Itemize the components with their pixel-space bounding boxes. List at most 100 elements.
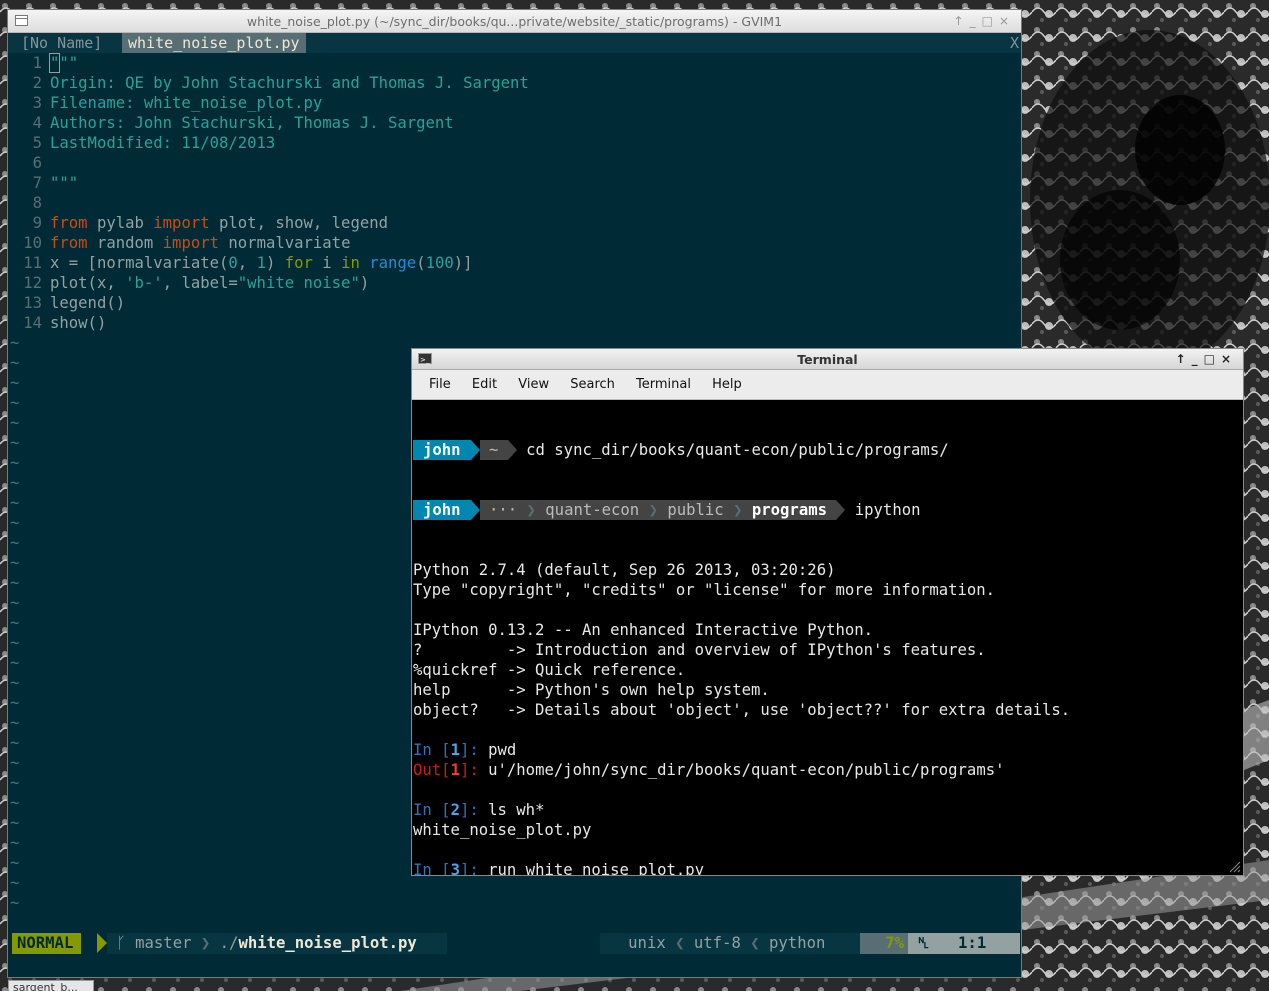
tilde-marker: ~ — [10, 534, 20, 552]
menu-help[interactable]: Help — [712, 377, 742, 392]
output-line: white_noise_plot.py — [413, 821, 592, 839]
code-text: plot(x, 'b-', label="white noise") — [50, 274, 370, 292]
output-prompt: Out[ — [413, 761, 451, 779]
gvim-titlebar[interactable]: white_noise_plot.py (~/sync_dir/books/qu… — [8, 10, 1021, 33]
tilde-marker: ~ — [10, 854, 20, 872]
shade-button[interactable]: ↑ — [954, 10, 970, 33]
line-number: 1 — [32, 54, 42, 72]
tilde-marker: ~ — [10, 814, 20, 832]
shade-button[interactable]: ↑ — [1176, 352, 1192, 366]
banner-line: ? -> Introduction and overview of IPytho… — [413, 641, 986, 659]
menu-view[interactable]: View — [518, 377, 549, 392]
minimize-button[interactable]: _ — [970, 10, 982, 33]
tilde-marker: ~ — [10, 634, 20, 652]
code-line[interactable]: 3 Filename: white_noise_plot.py — [8, 93, 1021, 113]
tilde-marker: ~ — [10, 574, 20, 592]
close-button[interactable]: × — [1221, 352, 1237, 366]
banner-line: %quickref -> Quick reference. — [413, 661, 686, 679]
prompt-command: ipython — [854, 501, 921, 519]
tab-close-button[interactable]: X — [1010, 33, 1019, 53]
tab-white-noise-plot[interactable]: white_noise_plot.py — [122, 33, 306, 53]
line-number: 8 — [32, 194, 42, 212]
line-number: 9 — [32, 214, 42, 232]
code-text: """ — [50, 174, 79, 192]
minimize-button[interactable]: _ — [1192, 352, 1204, 366]
input-prompt: In [ — [413, 801, 451, 819]
shell-prompt-line: john ··· ❯ quant-econ ❯ public ❯ program… — [413, 500, 1070, 520]
tilde-marker: ~ — [10, 354, 20, 372]
tilde-marker: ~ — [10, 554, 20, 572]
line-number: 2 — [32, 74, 42, 92]
file-format: unix — [628, 934, 666, 952]
banner-line — [413, 600, 1070, 620]
branch-icon: ᚴ — [116, 934, 126, 952]
code-line[interactable]: 7 """ — [8, 173, 1021, 193]
tilde-marker: ~ — [10, 774, 20, 792]
taskbar-item[interactable]: sargent_b... — [8, 980, 94, 991]
tilde-marker: ~ — [10, 414, 20, 432]
maximize-button[interactable]: □ — [1204, 352, 1221, 366]
terminal-icon[interactable] — [418, 350, 432, 371]
branch-segment: ᚴ master ❯ ./white_noise_plot.py — [107, 933, 447, 954]
code-line[interactable]: 1 """ — [8, 53, 1021, 73]
vim-tabline: [No Name] white_noise_plot.py X — [8, 33, 1021, 53]
terminal-window[interactable]: Terminal ↑_□× File Edit View Search Term… — [411, 348, 1244, 876]
ipython-input-line: In [3]: run white_noise_plot.py — [413, 860, 1070, 876]
tilde-marker: ~ — [10, 874, 20, 892]
prompt-dir: ··· ❯ quant-econ ❯ public ❯ — [479, 500, 752, 520]
tilde-marker: ~ — [10, 494, 20, 512]
close-button[interactable]: × — [999, 10, 1015, 33]
terminal-output[interactable]: john ~ cd sync_dir/books/quant-econ/publ… — [413, 400, 1071, 876]
code-line[interactable]: 14 show() — [8, 313, 1021, 333]
file-name: white_noise_plot.py — [238, 934, 417, 952]
ipython-input-line: In [2]: ls wh* — [413, 800, 1070, 820]
menu-edit[interactable]: Edit — [472, 377, 497, 392]
banner-line: object? -> Details about 'object', use '… — [413, 701, 1071, 719]
gvim-title: white_noise_plot.py (~/sync_dir/books/qu… — [246, 14, 783, 29]
banner-line: Type "copyright", "credits" or "license"… — [413, 581, 996, 599]
code-text: show() — [50, 314, 107, 332]
ipython-output-line: Out[1]: u'/home/john/sync_dir/books/quan… — [413, 760, 1070, 780]
banner-line: Python 2.7.4 (default, Sep 26 2013, 03:2… — [413, 561, 836, 579]
menu-search[interactable]: Search — [570, 377, 615, 392]
tilde-marker: ~ — [10, 594, 20, 612]
code-line[interactable]: 13 legend() — [8, 293, 1021, 313]
code-line[interactable]: 6 — [8, 153, 1021, 173]
banner-line: IPython 0.13.2 -- An enhanced Interactiv… — [413, 621, 874, 639]
window-menu-icon[interactable] — [15, 15, 28, 26]
code-line[interactable]: 2 Origin: QE by John Stachurski and Thoma… — [8, 73, 1021, 93]
menu-terminal[interactable]: Terminal — [636, 377, 691, 392]
input-number: 2 — [450, 801, 460, 819]
line-number: 7 — [32, 174, 42, 192]
code-text: from pylab import plot, show, legend — [50, 214, 389, 232]
input-prompt: ]: — [459, 861, 489, 876]
code-line[interactable]: 9 from pylab import plot, show, legend — [8, 213, 1021, 233]
line-number: 4 — [32, 114, 42, 132]
code-line[interactable]: 5 LastModified: 11/08/2013 — [8, 133, 1021, 153]
prompt-user: john — [413, 500, 471, 520]
code-line[interactable]: 4 Authors: John Stachurski, Thomas J. Sar… — [8, 113, 1021, 133]
file-prefix: ./ — [219, 934, 239, 952]
prompt-dir-text: ~ — [488, 441, 499, 459]
code-line[interactable]: 8 — [8, 193, 1021, 213]
prompt-dir-text: public — [667, 501, 724, 519]
code-line[interactable]: 12 plot(x, 'b-', label="white noise") — [8, 273, 1021, 293]
code-text: Origin: QE by John Stachurski and Thomas… — [50, 74, 529, 92]
tab-no-name[interactable]: [No Name] — [15, 33, 108, 53]
input-prompt: ]: — [459, 741, 489, 759]
tilde-marker: ~ — [10, 674, 20, 692]
terminal-titlebar[interactable]: Terminal ↑_□× — [412, 349, 1243, 371]
maximize-button[interactable]: □ — [982, 10, 999, 33]
output-number: 1 — [450, 761, 460, 779]
tilde-marker: ~ — [10, 894, 20, 912]
prompt-current-dir: programs — [751, 500, 827, 520]
input-command: pwd — [488, 741, 517, 759]
code-line[interactable]: 11 x = [normalvariate(0, 1) for i in rang… — [8, 253, 1021, 273]
menu-file[interactable]: File — [429, 377, 451, 392]
resize-grip-icon[interactable] — [1229, 861, 1241, 873]
input-number: 1 — [450, 741, 460, 759]
line-number: 11 — [23, 254, 42, 272]
code-line[interactable]: 10 from random import normalvariate — [8, 233, 1021, 253]
